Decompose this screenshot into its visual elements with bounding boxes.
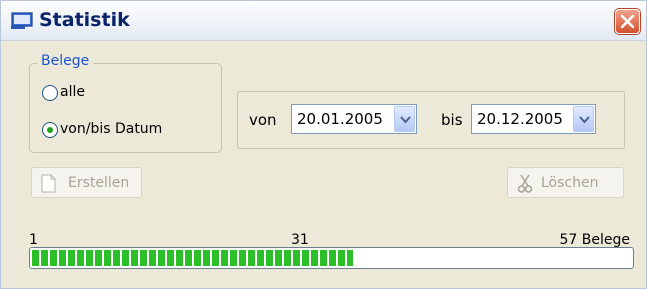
document-icon [41, 174, 56, 193]
to-date-combobox[interactable]: 20.12.2005 [471, 104, 596, 134]
radio-alle[interactable] [42, 85, 58, 101]
create-button-label: Erstellen [68, 175, 130, 191]
progress-bar [29, 247, 634, 269]
close-button[interactable] [615, 9, 640, 34]
radio-alle-label[interactable]: alle [60, 84, 85, 101]
progress-current-label: 31 [291, 232, 309, 248]
progress-min-label: 1 [29, 232, 38, 248]
belege-groupbox [29, 63, 222, 153]
to-date-dropdown-button[interactable] [573, 106, 594, 132]
close-icon [620, 14, 635, 29]
radio-von-bis-datum[interactable] [42, 122, 58, 138]
window-title: Statistik [39, 9, 130, 31]
chevron-down-icon [400, 116, 411, 124]
delete-button[interactable]: Löschen [507, 167, 624, 198]
delete-button-label: Löschen [541, 175, 599, 191]
scissors-icon [517, 174, 533, 193]
radio-selected-dot [47, 127, 53, 133]
to-date-value: 20.12.2005 [477, 110, 563, 128]
progress-fill [32, 250, 353, 266]
progress-max-label: 57 Belege [559, 232, 631, 248]
create-button[interactable]: Erstellen [31, 167, 142, 198]
statistik-window: Statistik Belege alle von/bis Datum von … [0, 0, 647, 289]
radio-von-bis-datum-label[interactable]: von/bis Datum [60, 121, 162, 138]
belege-group-legend: Belege [37, 53, 94, 70]
title-bar[interactable]: Statistik [1, 1, 646, 41]
from-date-dropdown-button[interactable] [394, 106, 415, 132]
to-label: bis [441, 111, 463, 129]
from-label: von [249, 111, 277, 129]
from-date-combobox[interactable]: 20.01.2005 [291, 104, 417, 134]
from-date-value: 20.01.2005 [297, 110, 383, 128]
chevron-down-icon [579, 116, 590, 124]
window-app-icon [11, 12, 33, 29]
